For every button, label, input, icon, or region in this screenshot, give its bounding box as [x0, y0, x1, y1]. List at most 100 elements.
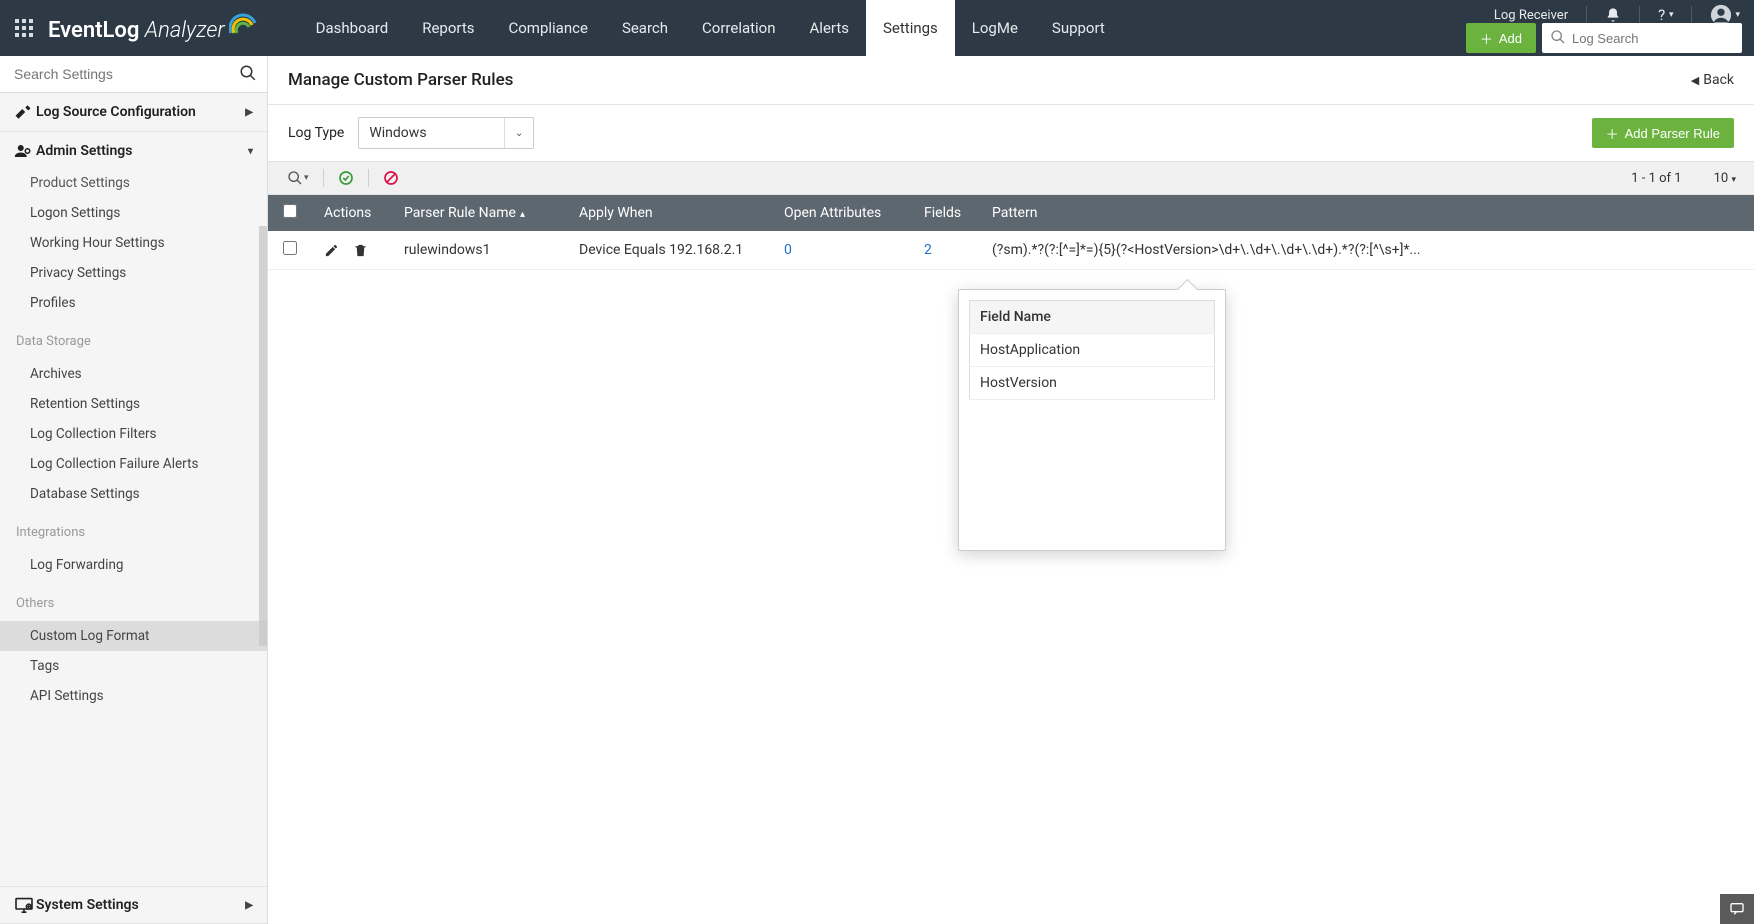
- page-header: Manage Custom Parser Rules ◀ Back: [268, 56, 1754, 105]
- sort-asc-icon: ▴: [520, 209, 525, 220]
- fields-popover: Field Name HostApplicationHostVersion: [958, 289, 1226, 551]
- sidebar-item[interactable]: Log Collection Filters: [0, 419, 267, 449]
- delete-icon[interactable]: [353, 243, 368, 258]
- popover-header: Field Name: [970, 301, 1215, 334]
- nav-item-reports[interactable]: Reports: [405, 0, 491, 56]
- plus-icon: ＋: [1480, 29, 1493, 48]
- sidebar-item[interactable]: Log Forwarding: [0, 550, 267, 580]
- sidebar-group-label: Data Storage: [0, 328, 267, 355]
- add-rule-label: Add Parser Rule: [1625, 126, 1720, 141]
- divider: [368, 169, 369, 187]
- sidebar-scroll[interactable]: Admin Settings ▾ Product SettingsLogon S…: [0, 132, 267, 886]
- log-type-label: Log Type: [288, 125, 344, 141]
- open-attributes-link[interactable]: 0: [784, 242, 792, 258]
- nav-item-settings[interactable]: Settings: [866, 0, 955, 56]
- nav-item-logme[interactable]: LogMe: [955, 0, 1035, 56]
- nav-item-search[interactable]: Search: [605, 0, 685, 56]
- sidebar-item[interactable]: API Settings: [0, 681, 267, 711]
- sidebar-item[interactable]: Logon Settings: [0, 198, 267, 228]
- parser-rules-table: Actions Parser Rule Name▴ Apply When Ope…: [268, 195, 1754, 270]
- bell-icon[interactable]: [1605, 7, 1621, 23]
- sidebar-label: Admin Settings: [36, 143, 132, 159]
- select-all-header: [268, 195, 312, 231]
- nav-item-alerts[interactable]: Alerts: [793, 0, 867, 56]
- sidebar-head-system[interactable]: System Settings ▶: [0, 887, 267, 923]
- col-actions[interactable]: Actions: [312, 195, 392, 231]
- log-search-input[interactable]: [1542, 23, 1742, 53]
- sidebar-item[interactable]: Retention Settings: [0, 389, 267, 419]
- nav-item-correlation[interactable]: Correlation: [685, 0, 793, 56]
- edit-icon[interactable]: [324, 243, 339, 258]
- brand-logo: EventLog Analyzer: [48, 13, 259, 43]
- page-size-select[interactable]: 10 ▾: [1714, 171, 1736, 186]
- search-icon[interactable]: [239, 64, 257, 82]
- brand-text-b: Analyzer: [145, 18, 225, 43]
- sidebar-item[interactable]: Database Settings: [0, 479, 267, 509]
- divider: [1586, 6, 1587, 24]
- cell-apply-when: Device Equals 192.168.2.1: [567, 231, 772, 270]
- fields-link[interactable]: 2: [924, 242, 932, 258]
- popover-item: HostApplication: [970, 334, 1215, 367]
- back-link[interactable]: ◀ Back: [1691, 72, 1734, 88]
- main-nav: DashboardReportsComplianceSearchCorrelat…: [299, 0, 1122, 56]
- search-settings-box: [0, 56, 267, 93]
- row-checkbox[interactable]: [283, 241, 297, 255]
- col-apply-when[interactable]: Apply When: [567, 195, 772, 231]
- pagination-info: 1 - 1 of 1: [1631, 171, 1681, 186]
- admin-icon: [14, 142, 36, 160]
- enable-icon[interactable]: [338, 170, 354, 186]
- global-add-button[interactable]: ＋ Add: [1466, 23, 1536, 53]
- feedback-icon[interactable]: [1720, 894, 1754, 924]
- divider: [323, 169, 324, 187]
- sidebar-item[interactable]: Archives: [0, 359, 267, 389]
- tools-icon: [14, 103, 36, 121]
- sidebar-item[interactable]: Working Hour Settings: [0, 228, 267, 258]
- divider: [1691, 6, 1692, 24]
- disable-icon[interactable]: [383, 170, 399, 186]
- filter-row: Log Type Windows ⌄ ＋ Add Parser Rule: [268, 105, 1754, 161]
- sidebar-item[interactable]: Tags: [0, 651, 267, 681]
- brand-swirl-icon: [229, 13, 259, 37]
- system-icon: [14, 897, 36, 913]
- col-open-attributes[interactable]: Open Attributes: [772, 195, 912, 231]
- select-all-checkbox[interactable]: [283, 204, 297, 218]
- col-fields[interactable]: Fields: [912, 195, 980, 231]
- sidebar-item[interactable]: Product Settings: [0, 168, 267, 198]
- search-icon: [1550, 29, 1566, 45]
- chevron-down-icon: ⌄: [504, 118, 523, 148]
- log-receiver-link[interactable]: Log Receiver: [1494, 8, 1568, 23]
- sidebar-item[interactable]: Profiles: [0, 288, 267, 318]
- chevron-right-icon: ▶: [245, 900, 253, 911]
- nav-item-support[interactable]: Support: [1035, 0, 1122, 56]
- col-name[interactable]: Parser Rule Name▴: [392, 195, 567, 231]
- chevron-left-icon: ◀: [1691, 74, 1699, 87]
- page-title: Manage Custom Parser Rules: [288, 70, 513, 90]
- sidebar-item[interactable]: Privacy Settings: [0, 258, 267, 288]
- log-search-box: [1542, 23, 1742, 53]
- sidebar-section-admin: Admin Settings ▾ Product SettingsLogon S…: [0, 132, 267, 721]
- cell-name: rulewindows1: [392, 231, 567, 270]
- search-settings-input[interactable]: [0, 56, 267, 92]
- col-pattern[interactable]: Pattern: [980, 195, 1754, 231]
- sidebar-head-admin[interactable]: Admin Settings ▾: [0, 132, 267, 170]
- sidebar-section-system: System Settings ▶: [0, 886, 267, 924]
- sidebar-head-log-source[interactable]: Log Source Configuration ▶: [0, 93, 267, 131]
- plus-icon: ＋: [1606, 124, 1619, 143]
- log-type-select[interactable]: Windows ⌄: [358, 117, 534, 149]
- nav-item-dashboard[interactable]: Dashboard: [299, 0, 406, 56]
- sidebar-item[interactable]: Log Collection Failure Alerts: [0, 449, 267, 479]
- main-content: Manage Custom Parser Rules ◀ Back Log Ty…: [268, 56, 1754, 924]
- apps-launcher-icon[interactable]: [8, 12, 40, 44]
- back-label: Back: [1703, 72, 1734, 88]
- table-search-icon[interactable]: ▾: [286, 170, 309, 186]
- nav-item-compliance[interactable]: Compliance: [491, 0, 604, 56]
- chevron-down-icon: ▾: [248, 146, 253, 157]
- help-icon[interactable]: ? ▾: [1658, 6, 1673, 24]
- scrollbar[interactable]: [259, 226, 267, 646]
- fields-popover-table: Field Name HostApplicationHostVersion: [969, 300, 1215, 400]
- cell-pattern: (?sm).*?(?:[^=]*=){5}(?<HostVersion>\d+\…: [980, 231, 1754, 270]
- sidebar-item[interactable]: Custom Log Format: [0, 621, 267, 651]
- sidebar-label: System Settings: [36, 897, 139, 913]
- table-row: rulewindows1Device Equals 192.168.2.1 0 2 (…: [268, 231, 1754, 270]
- add-parser-rule-button[interactable]: ＋ Add Parser Rule: [1592, 118, 1734, 148]
